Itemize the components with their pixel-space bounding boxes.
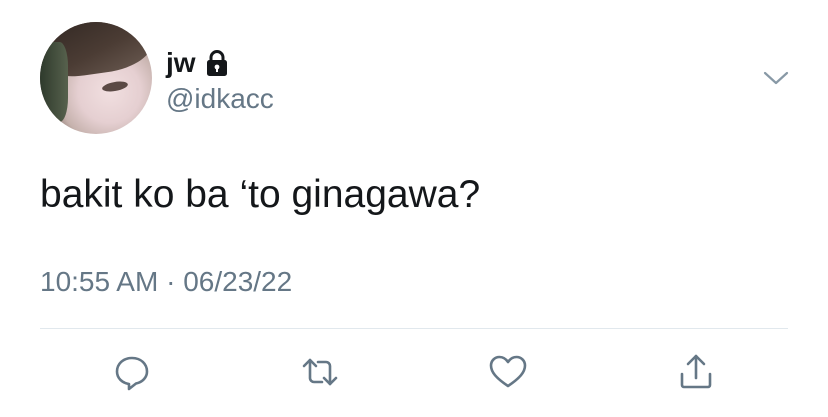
- tweet-menu-button[interactable]: [762, 68, 790, 88]
- reply-icon: [115, 356, 149, 391]
- share-icon: [680, 354, 712, 389]
- heart-icon: [489, 355, 527, 388]
- tweet-time: 10:55 AM: [40, 266, 159, 297]
- divider: [40, 328, 788, 329]
- meta-separator: ·: [166, 266, 176, 297]
- share-button[interactable]: [674, 350, 718, 394]
- display-name[interactable]: jw: [166, 49, 196, 77]
- retweet-button[interactable]: [298, 350, 342, 394]
- retweet-icon: [302, 358, 338, 386]
- tweet-timestamp[interactable]: 10:55 AM · 06/23/22: [40, 266, 292, 298]
- chevron-down-icon: [763, 71, 789, 85]
- reply-button[interactable]: [110, 350, 154, 394]
- name-row: jw: [166, 46, 232, 80]
- user-handle[interactable]: @idkacc: [166, 83, 274, 115]
- tweet-text: bakit ko ba ‘to ginagawa?: [40, 173, 481, 216]
- tweet-date: 06/23/22: [183, 266, 293, 297]
- tweet-card: jw @idkacc bakit ko ba ‘to ginagawa? 10:…: [0, 0, 828, 417]
- like-button[interactable]: [486, 350, 530, 394]
- avatar-eye: [101, 79, 129, 94]
- avatar[interactable]: [40, 22, 152, 134]
- avatar-background: [40, 42, 68, 122]
- lock-icon: [202, 48, 232, 78]
